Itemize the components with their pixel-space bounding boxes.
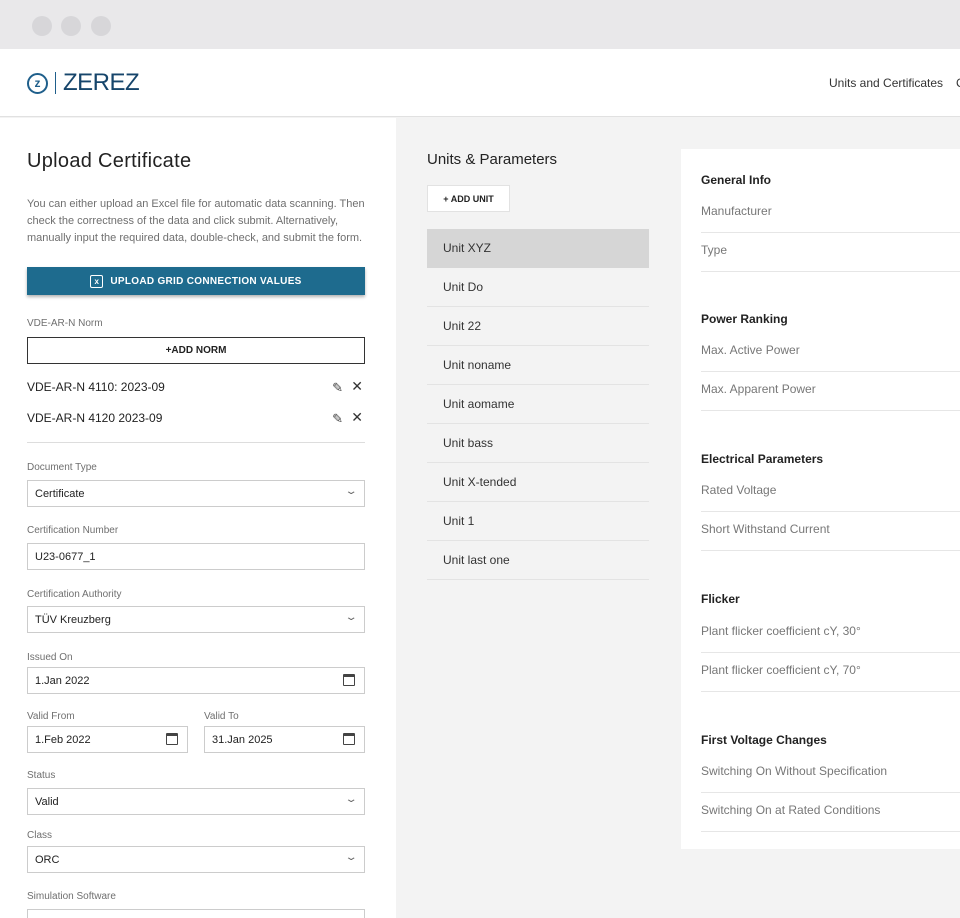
chevron-down-icon: ⌄ — [344, 486, 358, 497]
info-row-short-withstand-current[interactable]: Short Withstand Current — [701, 512, 960, 551]
certification-authority-label: Certification Authority — [27, 589, 122, 600]
info-row-rated-voltage[interactable]: Rated Voltage — [701, 473, 960, 512]
logo-mark-icon: z — [27, 72, 48, 94]
app-header: z ZEREZ Units and Certificates C — [0, 49, 960, 117]
valid-to-date-input[interactable]: 31.Jan 2025 — [204, 726, 365, 753]
norm-item: VDE-AR-N 4110: 2023-09 ✎ ✕ — [27, 378, 365, 397]
info-row-label: Short Withstand Current — [701, 522, 830, 536]
pencil-icon[interactable]: ✎ — [332, 380, 343, 396]
calendar-icon[interactable] — [166, 733, 178, 745]
unit-list: Unit XYZ Unit Do Unit 22 Unit noname Uni… — [427, 229, 649, 580]
nav-next-link[interactable]: C — [956, 76, 960, 90]
close-icon[interactable]: ✕ — [351, 409, 363, 426]
browser-titlebar — [0, 0, 960, 49]
info-row-max-apparent-power[interactable]: Max. Apparent Power — [701, 372, 960, 411]
info-row-label: Max. Apparent Power — [701, 382, 816, 396]
section-title-general-info: General Info — [701, 173, 772, 187]
info-row-label: Rated Voltage — [701, 483, 777, 497]
section-title-flicker: Flicker — [701, 592, 740, 606]
document-type-value: Certificate — [35, 488, 85, 500]
info-row-label: Plant flicker coefficient cY, 70° — [701, 663, 861, 677]
norm-label: VDE-AR-N Norm — [27, 318, 103, 329]
valid-from-label: Valid From — [27, 711, 75, 722]
logo-separator — [55, 72, 56, 94]
info-row-type[interactable]: Type — [701, 233, 960, 272]
info-row-label: Switching On Without Specification — [701, 764, 888, 778]
status-label: Status — [27, 770, 56, 781]
chevron-down-icon: ⌄ — [344, 612, 358, 623]
certification-authority-select[interactable]: TÜV Kreuzberg ⌄ — [27, 606, 365, 633]
info-row-label: Switching On at Rated Conditions — [701, 803, 881, 817]
valid-from-date-input[interactable]: 1.Feb 2022 — [27, 726, 188, 753]
simulation-software-label: Simulation Software — [27, 891, 116, 902]
valid-to-label: Valid To — [204, 711, 239, 722]
upload-grid-connection-values-button[interactable]: x UPLOAD GRID CONNECTION VALUES — [27, 267, 365, 295]
simulation-software-input[interactable] — [27, 909, 365, 918]
document-type-label: Document Type — [27, 462, 97, 473]
section-title-first-voltage-changes: First Voltage Changes — [701, 733, 827, 747]
info-row-manufacturer[interactable]: Manufacturer — [701, 194, 960, 233]
chevron-down-icon: ⌄ — [344, 794, 358, 805]
info-row-max-active-power[interactable]: Max. Active Power — [701, 333, 960, 372]
unit-list-item[interactable]: Unit last one — [427, 541, 649, 580]
document-type-select[interactable]: Certificate ⌄ — [27, 480, 365, 507]
unit-list-item[interactable]: Unit noname — [427, 346, 649, 385]
window-minimize-dot[interactable] — [61, 16, 81, 36]
calendar-icon[interactable] — [343, 674, 355, 686]
status-value: Valid — [35, 796, 59, 808]
section-title-power-ranking: Power Ranking — [701, 312, 788, 326]
upload-description: You can either upload an Excel file for … — [27, 198, 365, 244]
unit-list-item[interactable]: Unit bass — [427, 424, 649, 463]
units-parameters-title: Units & Parameters — [427, 151, 558, 168]
class-label: Class — [27, 830, 53, 841]
chevron-down-icon: ⌄ — [344, 852, 358, 863]
issued-on-date-input[interactable]: 1.Jan 2022 — [27, 667, 365, 694]
nav-units-and-certificates[interactable]: Units and Certificates — [829, 76, 943, 90]
add-norm-button[interactable]: +ADD NORM — [27, 337, 365, 364]
zerez-logo[interactable]: z ZEREZ — [27, 69, 140, 97]
info-row-label: Max. Active Power — [701, 343, 800, 357]
issued-on-value: 1.Jan 2022 — [35, 675, 90, 687]
info-row-flicker-70[interactable]: Plant flicker coefficient cY, 70° — [701, 653, 960, 692]
window-maximize-dot[interactable] — [91, 16, 111, 36]
logo-text: ZEREZ — [63, 69, 140, 96]
unit-list-item[interactable]: Unit Do — [427, 268, 649, 307]
info-row-switching-on-without-spec[interactable]: Switching On Without Specification — [701, 754, 960, 793]
unit-list-item[interactable]: Unit 22 — [427, 307, 649, 346]
unit-info-panel: General Info Manufacturer Type Power Ran… — [681, 149, 960, 849]
unit-list-item[interactable]: Unit 1 — [427, 502, 649, 541]
class-select[interactable]: ORC ⌄ — [27, 846, 365, 873]
info-row-switching-on-rated[interactable]: Switching On at Rated Conditions — [701, 793, 960, 832]
upload-certificate-panel: Upload Certificate You can either upload… — [0, 118, 396, 918]
valid-to-value: 31.Jan 2025 — [212, 734, 273, 746]
page-title: Upload Certificate — [27, 150, 192, 172]
unit-list-item[interactable]: Unit X-tended — [427, 463, 649, 502]
certification-number-value: U23-0677_1 — [35, 551, 96, 563]
norm-name: VDE-AR-N 4110: 2023-09 — [27, 380, 165, 394]
issued-on-label: Issued On — [27, 652, 73, 663]
unit-list-item[interactable]: Unit aomame — [427, 385, 649, 424]
window-close-dot[interactable] — [32, 16, 52, 36]
valid-from-value: 1.Feb 2022 — [35, 734, 91, 746]
norm-item: VDE-AR-N 4120 2023-09 ✎ ✕ — [27, 409, 365, 428]
add-unit-button[interactable]: + ADD UNIT — [427, 185, 510, 212]
norm-name: VDE-AR-N 4120 2023-09 — [27, 411, 163, 425]
info-row-label: Type — [701, 243, 728, 257]
info-row-label: Plant flicker coefficient cY, 30° — [701, 624, 861, 638]
certification-number-label: Certification Number — [27, 525, 119, 536]
unit-list-item-selected[interactable]: Unit XYZ — [427, 229, 649, 268]
calendar-icon[interactable] — [343, 733, 355, 745]
divider — [27, 442, 365, 443]
certification-number-input[interactable]: U23-0677_1 — [27, 543, 365, 570]
info-row-label: Manufacturer — [701, 204, 772, 218]
upload-button-label: UPLOAD GRID CONNECTION VALUES — [110, 275, 302, 287]
info-row-flicker-30[interactable]: Plant flicker coefficient cY, 30° — [701, 614, 960, 653]
class-value: ORC — [35, 854, 60, 866]
certification-authority-value: TÜV Kreuzberg — [35, 614, 111, 626]
section-title-electrical-parameters: Electrical Parameters — [701, 452, 824, 466]
close-icon[interactable]: ✕ — [351, 378, 363, 395]
pencil-icon[interactable]: ✎ — [332, 411, 343, 427]
excel-icon: x — [90, 274, 104, 288]
status-select[interactable]: Valid ⌄ — [27, 788, 365, 815]
